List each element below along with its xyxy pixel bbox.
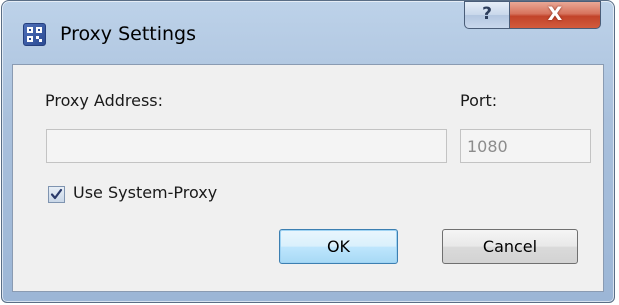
checkmark-icon (50, 188, 63, 200)
proxy-address-label: Proxy Address: (45, 91, 164, 110)
use-system-proxy-checkbox[interactable] (48, 186, 65, 203)
window-title: Proxy Settings (60, 23, 197, 45)
proxy-app-icon (23, 23, 46, 46)
proxy-address-input[interactable] (46, 129, 447, 163)
proxy-settings-dialog: Proxy Settings ? X Proxy Address: Port: … (1, 0, 615, 303)
port-label: Port: (460, 91, 498, 110)
dialog-content: Proxy Address: Port: Use System-Proxy OK… (12, 64, 604, 292)
port-input[interactable] (460, 129, 591, 163)
help-icon: ? (482, 4, 492, 24)
close-button[interactable]: X (509, 1, 601, 29)
help-button[interactable]: ? (464, 1, 510, 29)
use-system-proxy-label[interactable]: Use System-Proxy (73, 183, 217, 202)
title-bar[interactable]: Proxy Settings ? X (2, 1, 614, 46)
ok-button[interactable]: OK (279, 229, 398, 264)
cancel-button[interactable]: Cancel (442, 229, 578, 264)
close-icon: X (547, 3, 563, 25)
